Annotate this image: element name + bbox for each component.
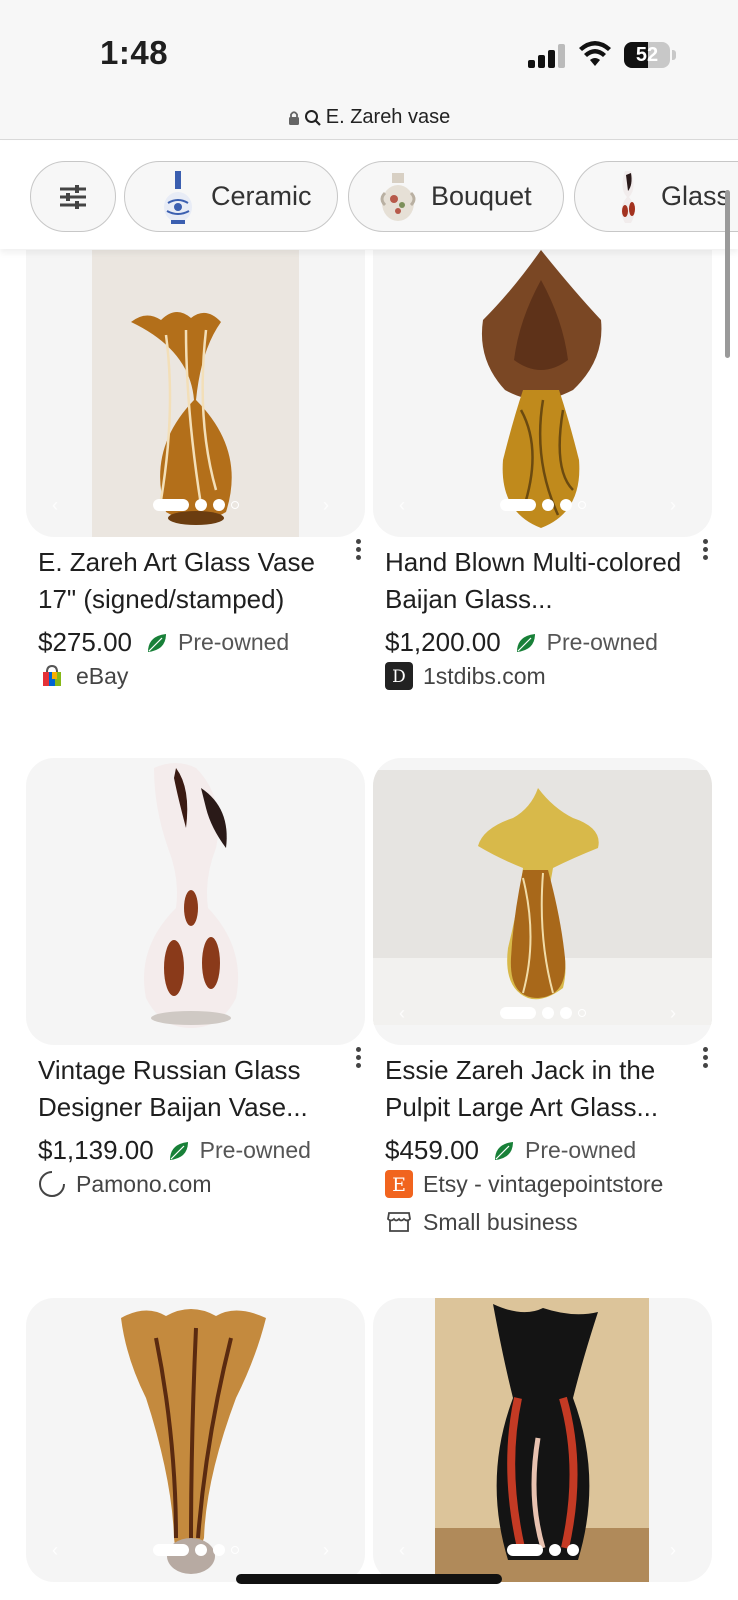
vase-image	[435, 1298, 649, 1582]
product-condition: Pre-owned	[177, 629, 290, 655]
small-business-label: Small business	[423, 1208, 578, 1235]
image-carousel-dots	[26, 499, 365, 511]
product-title[interactable]: Hand Blown Multi-colored Baijan Glass...	[385, 544, 685, 618]
carousel-next-arrow[interactable]: ›	[670, 1541, 686, 1559]
etsy-logo-icon: E	[385, 1170, 413, 1198]
carousel-prev-arrow[interactable]: ‹	[399, 496, 415, 514]
search-icon	[304, 109, 321, 126]
merchant[interactable]: E Etsy - vintagepointstore	[385, 1170, 663, 1198]
product-image[interactable]: ‹ ›	[373, 250, 712, 537]
image-carousel-dots	[373, 1544, 712, 1556]
carousel-prev-arrow[interactable]: ‹	[399, 1541, 415, 1559]
leaf-icon	[516, 633, 535, 652]
cellular-signal-icon	[528, 44, 568, 68]
chip-label: Ceramic	[211, 181, 312, 211]
product-card[interactable]: ‹ › Hand Blown Multi-colored Baijan Glas…	[373, 250, 712, 690]
more-options-icon[interactable]	[700, 536, 710, 564]
storefront-icon	[385, 1208, 413, 1236]
product-title[interactable]: E. Zareh Art Glass Vase 17" (signed/stam…	[38, 544, 338, 618]
vase-image	[144, 763, 239, 1028]
chip-glass[interactable]: Glass	[574, 161, 738, 232]
filters-button[interactable]	[30, 161, 116, 232]
battery-level: 52	[635, 44, 659, 66]
more-options-icon[interactable]	[353, 1044, 363, 1072]
battery-tip	[672, 50, 676, 60]
carousel-next-arrow[interactable]: ›	[670, 496, 686, 514]
merchant[interactable]: eBay	[38, 662, 128, 690]
bouquet-vase-thumbnail	[380, 172, 416, 221]
leaf-icon	[494, 1141, 513, 1160]
product-card[interactable]: Vintage Russian Glass Designer Baijan Va…	[26, 758, 365, 1218]
price-row: $275.00 Pre-owned	[38, 627, 289, 658]
product-condition: Pre-owned	[199, 1137, 311, 1163]
small-business-badge: Small business	[385, 1208, 578, 1236]
scroll-indicator[interactable]	[725, 190, 730, 358]
svg-text:E: E	[392, 1174, 406, 1196]
price-row: $459.00 Pre-owned	[385, 1135, 636, 1166]
product-price: $459.00	[385, 1135, 479, 1165]
product-image[interactable]: ‹ ›	[26, 250, 365, 537]
filter-chips: Ceramic Bouquet Glass	[0, 141, 738, 249]
vase-image	[481, 250, 602, 528]
product-image[interactable]	[26, 758, 365, 1045]
carousel-prev-arrow[interactable]: ‹	[52, 496, 68, 514]
search-query: E. Zareh vase	[325, 106, 451, 128]
vase-image	[373, 770, 712, 1025]
product-condition: Pre-owned	[546, 629, 658, 655]
product-card[interactable]: ‹ › Essie Zareh Jack in the Pulpit Large…	[373, 758, 712, 1238]
merchant-name: eBay	[76, 662, 129, 689]
leaf-icon	[169, 1141, 188, 1160]
status-bar: 1:48 52	[0, 0, 738, 96]
product-condition: Pre-owned	[524, 1137, 637, 1163]
carousel-next-arrow[interactable]: ›	[323, 1541, 339, 1559]
glass-vase-thumbnail	[621, 170, 635, 223]
more-options-icon[interactable]	[353, 536, 363, 564]
more-options-icon[interactable]	[700, 1044, 710, 1072]
address-bar[interactable]: E. Zareh vase	[0, 96, 738, 140]
product-image[interactable]: ‹ ›	[373, 758, 712, 1045]
price-row: $1,139.00 Pre-owned	[38, 1135, 311, 1166]
wifi-icon	[579, 41, 611, 66]
carousel-prev-arrow[interactable]: ‹	[399, 1004, 415, 1022]
merchant-name: Etsy - vintagepointstore	[423, 1170, 664, 1197]
product-price: $275.00	[38, 627, 132, 657]
vase-image	[92, 250, 299, 537]
pamono-logo-icon	[38, 1170, 66, 1198]
image-carousel-dots	[373, 1007, 712, 1019]
leaf-icon	[147, 633, 166, 652]
ceramic-vase-thumbnail	[164, 170, 192, 224]
chip-ceramic[interactable]: Ceramic	[124, 161, 338, 232]
status-time: 1:48	[100, 34, 169, 71]
1stdibs-logo-icon: D	[385, 662, 413, 690]
svg-text:D: D	[392, 667, 406, 687]
merchant[interactable]: D 1stdibs.com	[385, 662, 546, 690]
vase-image	[121, 1309, 266, 1574]
product-price: $1,139.00	[38, 1135, 154, 1165]
chip-label: Glass	[661, 181, 731, 211]
product-title[interactable]: Essie Zareh Jack in the Pulpit Large Art…	[385, 1052, 685, 1126]
chip-bouquet[interactable]: Bouquet	[348, 161, 564, 232]
home-indicator[interactable]	[236, 1574, 502, 1584]
carousel-next-arrow[interactable]: ›	[670, 1004, 686, 1022]
product-price: $1,200.00	[385, 627, 501, 657]
tune-icon	[60, 184, 86, 209]
merchant-name: 1stdibs.com	[423, 662, 546, 689]
lock-icon	[288, 110, 299, 125]
chip-label: Bouquet	[431, 181, 532, 211]
product-title[interactable]: Vintage Russian Glass Designer Baijan Va…	[38, 1052, 338, 1126]
image-carousel-dots	[26, 1544, 365, 1556]
product-card[interactable]: ‹ ›	[26, 1298, 365, 1588]
product-image[interactable]: ‹ ›	[26, 1298, 365, 1582]
merchant[interactable]: Pamono.com	[38, 1170, 212, 1198]
ebay-bag-icon	[38, 662, 66, 690]
product-card[interactable]: ‹ ›	[373, 1298, 712, 1588]
product-image[interactable]: ‹ ›	[373, 1298, 712, 1582]
carousel-prev-arrow[interactable]: ‹	[52, 1541, 68, 1559]
carousel-next-arrow[interactable]: ›	[323, 496, 339, 514]
merchant-name: Pamono.com	[76, 1170, 212, 1197]
image-carousel-dots	[373, 499, 712, 511]
battery-icon: 52	[624, 42, 670, 68]
product-card[interactable]: ‹ › E. Zareh Art Glass Vase 17" (signed/…	[26, 250, 365, 690]
price-row: $1,200.00 Pre-owned	[385, 627, 658, 658]
